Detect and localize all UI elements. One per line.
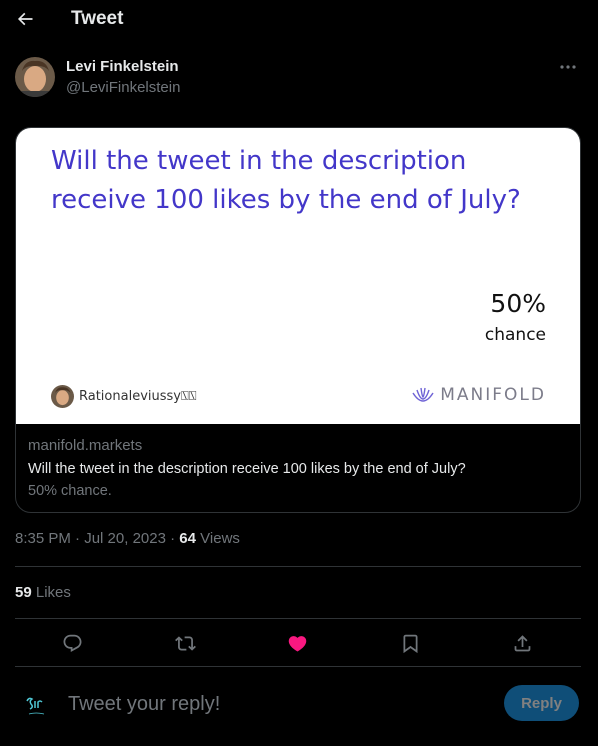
back-button[interactable] xyxy=(12,6,38,32)
author-avatar[interactable] xyxy=(15,57,55,97)
card-description: 50% chance. xyxy=(28,483,112,499)
bookmark-button[interactable] xyxy=(397,630,423,656)
meta-separator: · xyxy=(75,530,81,547)
card-creator: Rationaleviussy⍂⍂ xyxy=(51,385,197,408)
card-creator-name: Rationaleviussy⍂⍂ xyxy=(79,389,197,404)
views-count: 64 xyxy=(179,530,196,547)
tweet-date[interactable]: Jul 20, 2023 xyxy=(84,530,166,547)
tweet-time[interactable]: 8:35 PM xyxy=(15,530,71,547)
likes-stat[interactable]: 59 Likes xyxy=(15,584,71,601)
share-icon xyxy=(514,634,530,651)
reply-composer: Reply xyxy=(0,668,598,746)
share-button[interactable] xyxy=(509,630,535,656)
more-options-button[interactable] xyxy=(557,57,579,77)
tweet-meta: 8:35 PM · Jul 20, 2023 · 64 Views xyxy=(15,530,240,547)
page-title: Tweet xyxy=(71,8,124,29)
author-handle[interactable]: @LeviFinkelstein xyxy=(66,79,180,96)
retweet-button[interactable] xyxy=(172,630,198,656)
card-domain: manifold.markets xyxy=(28,437,143,454)
manifold-logo-icon xyxy=(412,387,434,402)
user-avatar[interactable] xyxy=(18,687,54,723)
divider xyxy=(15,666,581,667)
divider xyxy=(15,566,581,567)
tweet-author: Levi Finkelstein @LeviFinkelstein xyxy=(15,57,583,99)
reply-input[interactable] xyxy=(68,688,488,720)
manifold-brand: MANIFOLD xyxy=(412,385,546,405)
more-dots-icon xyxy=(560,65,576,69)
card-creator-avatar xyxy=(51,385,74,408)
card-footer: manifold.markets Will the tweet in the d… xyxy=(16,424,580,512)
author-name[interactable]: Levi Finkelstein xyxy=(66,58,179,75)
reply-submit-button[interactable]: Reply xyxy=(504,685,579,721)
likes-label: Likes xyxy=(35,584,71,601)
card-probability: 50% xyxy=(490,289,546,318)
tweet-actions xyxy=(15,630,581,656)
reply-bubble-icon xyxy=(63,634,81,652)
link-card[interactable]: Will the tweet in the description receiv… xyxy=(15,127,581,513)
card-probability-label: chance xyxy=(484,325,546,345)
retweet-icon xyxy=(174,635,196,651)
divider xyxy=(15,618,581,619)
like-button[interactable] xyxy=(284,630,310,656)
meta-separator: · xyxy=(170,530,176,547)
views-label: Views xyxy=(200,530,240,547)
reply-button[interactable] xyxy=(59,630,85,656)
card-question: Will the tweet in the description receiv… xyxy=(51,146,521,215)
header: Tweet xyxy=(0,0,598,38)
card-preview-image: Will the tweet in the description receiv… xyxy=(16,128,580,424)
card-title: Will the tweet in the description receiv… xyxy=(28,461,466,477)
likes-count: 59 xyxy=(15,584,32,601)
heart-filled-icon xyxy=(288,635,306,652)
arrow-left-icon xyxy=(17,12,33,26)
bookmark-icon xyxy=(403,634,417,653)
manifold-brand-name: MANIFOLD xyxy=(440,385,546,405)
